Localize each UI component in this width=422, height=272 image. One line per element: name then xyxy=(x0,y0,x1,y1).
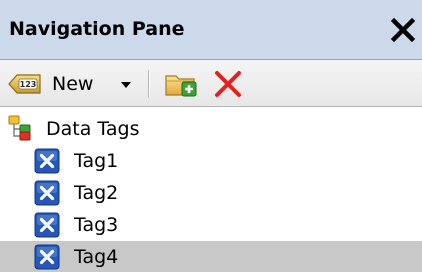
navigation-pane: Navigation Pane 123 New Data Tags Tag1 T… xyxy=(0,0,422,272)
delete-x-icon xyxy=(215,71,241,97)
add-folder-icon xyxy=(165,75,197,97)
tree-item-tag4[interactable]: Tag4 xyxy=(0,241,422,272)
close-x-icon xyxy=(390,17,416,43)
tree-item-label: Tag1 xyxy=(74,150,119,172)
tag-x-icon xyxy=(34,180,60,206)
close-button[interactable] xyxy=(386,13,420,47)
tree-item-tag3[interactable]: Tag3 xyxy=(34,209,422,241)
chevron-down-icon xyxy=(121,82,131,88)
add-folder-button[interactable] xyxy=(164,68,198,100)
tree-root-label: Data Tags xyxy=(46,118,140,140)
tree-root-data-tags[interactable]: Data Tags xyxy=(8,113,308,145)
tree-item-label: Tag2 xyxy=(74,182,119,204)
tree-item-label: Tag4 xyxy=(74,246,119,268)
tree-item-tag2[interactable]: Tag2 xyxy=(34,177,422,209)
data-tags-icon xyxy=(8,115,31,141)
tag-x-icon xyxy=(34,148,60,174)
pane-title: Navigation Pane xyxy=(9,18,185,40)
toolbar-separator xyxy=(148,70,150,98)
numbered-tag-icon: 123 xyxy=(8,74,41,94)
new-button-label: New xyxy=(52,73,94,95)
tree-item-label: Tag3 xyxy=(74,214,119,236)
tag-x-icon xyxy=(34,212,60,238)
svg-text:123: 123 xyxy=(20,80,37,89)
tree-item-tag1[interactable]: Tag1 xyxy=(34,145,422,177)
tag-tree: Data Tags Tag1 Tag2 Tag3 Tag4 xyxy=(0,107,422,272)
delete-button[interactable] xyxy=(211,67,245,101)
new-dropdown-button[interactable]: 123 New xyxy=(8,66,138,102)
pane-header: Navigation Pane xyxy=(0,0,422,60)
tag-x-icon xyxy=(34,244,60,270)
